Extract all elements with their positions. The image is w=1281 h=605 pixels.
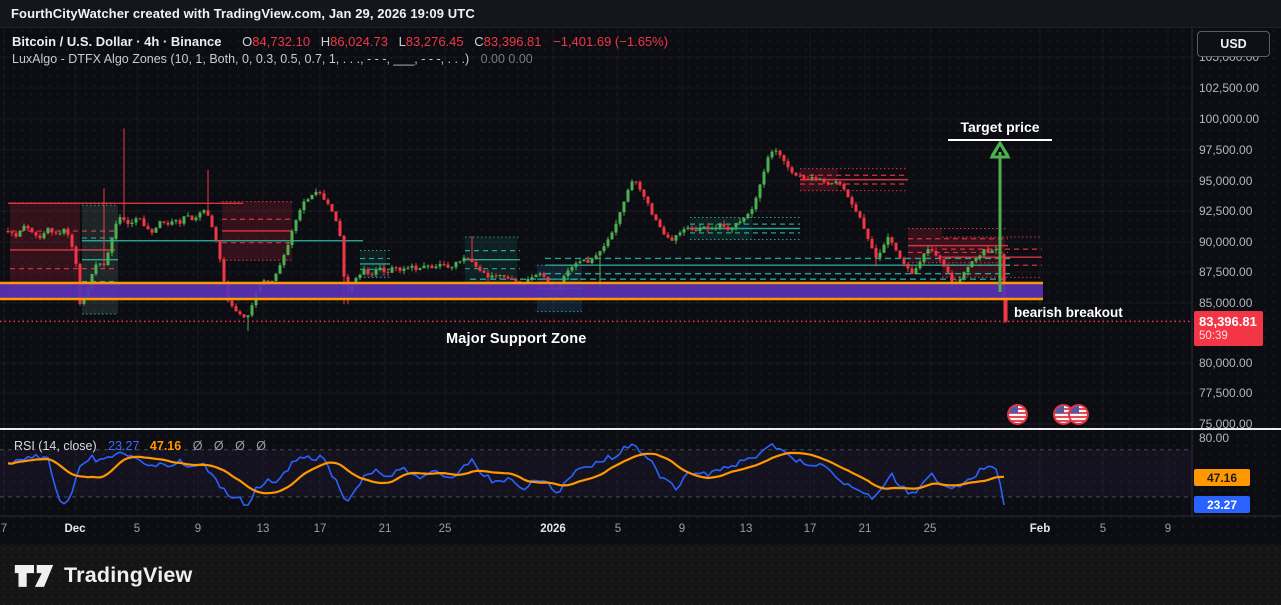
currency-toggle-button[interactable]: USD [1197,31,1270,57]
time-tick-label: 9 [195,523,201,535]
rsi-title[interactable]: RSI (14, close) [14,439,97,453]
time-tick-label: 5 [134,523,140,535]
time-tick-label: 7 [1,523,7,535]
time-tick-label: 25 [924,523,937,535]
price-tick-label: 87,500.00 [1199,265,1252,279]
price-tick-label: 77,500.00 [1199,386,1252,400]
last-price-label: 83,396.81 50:39 [1194,311,1263,346]
time-tick-label: 13 [257,523,270,535]
open-label: O [242,34,252,49]
time-tick-label: 5 [615,523,621,535]
tradingview-chart-window: FourthCityWatcher created with TradingVi… [0,0,1281,605]
rsi-axis-label-80: 80.00 [1199,431,1229,445]
rsi-axis-label: 23.27 [1194,496,1250,513]
pane-separator[interactable] [0,428,1281,430]
tradingview-logo-icon[interactable] [13,558,55,592]
price-tick-label: 97,500.00 [1199,143,1252,157]
change-value: −1,401.69 (−1.65%) [553,34,668,49]
high-value: 86,024.73 [330,34,388,49]
price-tick-label: 85,000.00 [1199,296,1252,310]
open-value: 84,732.10 [252,34,310,49]
low-value: 83,276.45 [406,34,464,49]
symbol-title[interactable]: Bitcoin / U.S. Dollar · 4h · Binance [12,34,221,49]
time-tick-label: 21 [379,523,392,535]
time-tick-label: 17 [314,523,327,535]
price-tick-label: 102,500.00 [1199,81,1259,95]
indicator-values: 0.00 0.00 [481,52,533,66]
rsi-value: 23.27 [108,439,139,453]
us-flag-event-icon[interactable] [1068,404,1089,425]
time-axis[interactable]: 7 Dec 5 9 13 17 21 25 2026 5 9 13 17 21 25 Feb 5 9 [0,517,1192,545]
time-tick-label: 5 [1100,523,1106,535]
major-support-zone-annotation[interactable]: Major Support Zone [446,331,587,347]
time-tick-label: 21 [859,523,872,535]
rsi-ma-value: 47.16 [150,439,181,453]
us-flag-event-icon[interactable] [1007,404,1028,425]
price-tick-label: 80,000.00 [1199,356,1252,370]
close-label: C [474,34,483,49]
rsi-ma-axis-label: 47.16 [1194,469,1250,486]
bearish-breakout-annotation[interactable]: bearish breakout [1014,305,1123,320]
time-tick-label: 9 [1165,523,1171,535]
price-tick-label: 92,500.00 [1199,204,1252,218]
price-tick-label: 90,000.00 [1199,235,1252,249]
rsi-header-row[interactable]: RSI (14, close) 23.27 47.16 Ø Ø Ø Ø [14,439,270,453]
indicator-title[interactable]: LuxAlgo - DTFX Algo Zones (10, 1, Both, … [12,52,469,66]
bar-countdown: 50:39 [1199,330,1263,343]
time-tick-label: 9 [679,523,685,535]
time-tick-label: 2026 [540,523,566,535]
close-value: 83,396.81 [484,34,542,49]
target-price-annotation[interactable]: Target price [948,119,1052,141]
symbol-header-row: Bitcoin / U.S. Dollar · 4h · Binance O84… [12,34,668,49]
tradingview-logo-text[interactable]: TradingView [64,563,192,588]
last-price-value: 83,396.81 [1199,313,1263,330]
time-tick-label: Feb [1030,523,1050,535]
time-tick-label: 25 [439,523,452,535]
rsi-extra-values: Ø Ø Ø Ø [193,439,270,453]
high-label: H [321,34,330,49]
chart-canvas[interactable] [0,0,1281,605]
footer-bar: TradingView [0,545,1281,605]
low-label: L [399,34,406,49]
price-tick-label: 75,000.00 [1199,417,1252,431]
time-tick-label: Dec [64,523,85,535]
time-tick-label: 17 [804,523,817,535]
indicator-header-row[interactable]: LuxAlgo - DTFX Algo Zones (10, 1, Both, … [12,52,533,66]
price-tick-label: 95,000.00 [1199,174,1252,188]
price-tick-label: 100,000.00 [1199,112,1259,126]
time-tick-label: 13 [740,523,753,535]
